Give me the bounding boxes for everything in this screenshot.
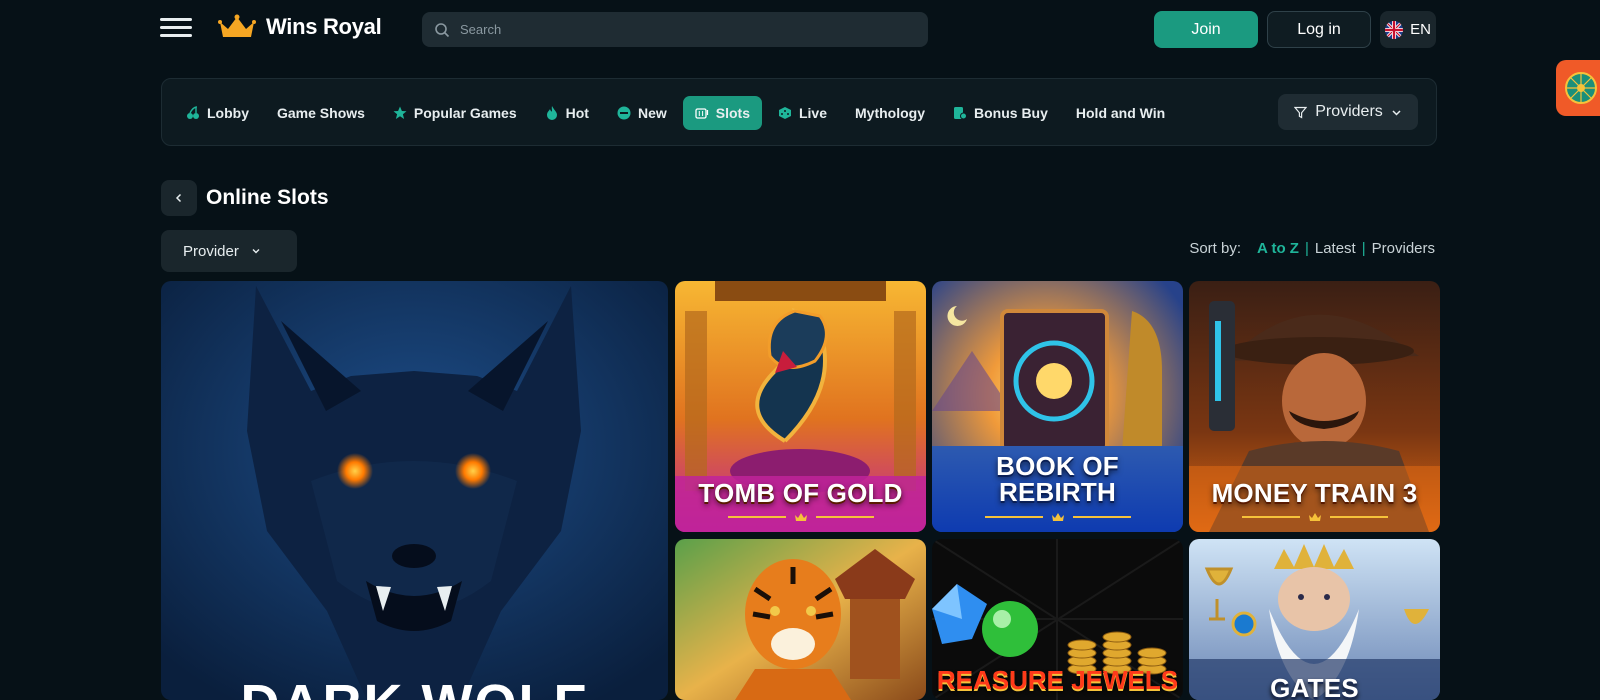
filter-icon [1294, 106, 1308, 119]
chevron-down-icon [1392, 109, 1401, 116]
game-tile-gates[interactable]: GATES [1189, 539, 1440, 700]
tab-label: Live [798, 105, 827, 121]
sort-label: Sort by: [1189, 240, 1242, 257]
providers-label: Providers [1315, 103, 1383, 120]
game-title: REASURE JEWELS [936, 665, 1179, 695]
tab-game-shows[interactable]: Game Shows [265, 96, 377, 130]
tab-label: Bonus Buy [974, 105, 1048, 121]
tab-new[interactable]: New [605, 96, 679, 130]
tab-label: Hold and Win [1075, 105, 1166, 121]
tab-label: Mythology [855, 105, 925, 121]
game-title-line-2: REBIRTH [999, 477, 1116, 507]
sort-controls: Sort by: A to Z | Latest | Providers [1189, 240, 1435, 257]
tab-popular-games[interactable]: Popular Games [381, 96, 529, 130]
dice-icon [778, 106, 792, 120]
game-title: MONEY TRAIN 3 [1211, 478, 1418, 508]
providers-dropdown[interactable]: Providers [1278, 94, 1418, 130]
tab-mythology[interactable]: Mythology [843, 96, 937, 130]
flame-icon [545, 106, 559, 120]
game-tile-treasure-jewels[interactable]: REASURE JEWELS [932, 539, 1183, 700]
dark-wolf-artwork [161, 281, 668, 700]
sort-separator: | [1304, 240, 1309, 257]
tab-lobby[interactable]: Lobby [174, 96, 261, 130]
game-tile-dark-wolf[interactable]: DARK WOLF [161, 281, 668, 700]
slot-machine-icon [695, 106, 709, 120]
crown-icon [1051, 513, 1064, 521]
search-input[interactable] [460, 22, 900, 37]
crown-icon [794, 513, 807, 521]
tab-label: Hot [565, 105, 589, 121]
title-divider [1189, 512, 1440, 522]
top-header: Wins Royal Join Log in EN [0, 0, 1600, 60]
game-title: TOMB OF GOLD [698, 478, 903, 508]
game-tile-money-train-3[interactable]: MONEY TRAIN 3 [1189, 281, 1440, 532]
language-code: EN [1410, 21, 1431, 38]
cherries-icon [186, 106, 200, 120]
tab-label: Lobby [207, 105, 249, 121]
tab-live[interactable]: Live [766, 96, 839, 130]
sort-latest[interactable]: Latest [1315, 240, 1356, 257]
provider-filter-label: Provider [183, 242, 239, 260]
sort-a-to-z[interactable]: A to Z [1257, 240, 1299, 257]
uk-flag-icon [1385, 20, 1404, 39]
login-button[interactable]: Log in [1267, 11, 1371, 48]
crown-icon [218, 14, 256, 37]
tab-hot[interactable]: Hot [533, 96, 601, 130]
page: Wins Royal Join Log in EN [0, 0, 1600, 700]
bonus-icon [953, 106, 967, 120]
new-badge-icon [617, 106, 631, 120]
sort-providers[interactable]: Providers [1372, 240, 1435, 257]
game-title-line-1: BOOK OF [996, 451, 1119, 481]
game-title: BOOK OF REBIRTH [932, 453, 1183, 505]
side-promo-widget[interactable] [1556, 60, 1600, 116]
chevron-down-icon [252, 249, 260, 254]
wheel-icon [1565, 72, 1597, 104]
game-tile-tiger[interactable] [675, 539, 926, 700]
brand-name: Wins Royal [266, 14, 382, 39]
title-divider [675, 512, 926, 522]
search-bar[interactable] [422, 12, 928, 47]
language-selector[interactable]: EN [1380, 11, 1436, 48]
search-icon [435, 22, 450, 37]
page-title: Online Slots [206, 186, 329, 209]
crown-icon [1308, 513, 1321, 521]
sort-separator: | [1361, 240, 1366, 257]
tab-label: New [637, 105, 667, 121]
tab-label: Popular Games [413, 105, 517, 121]
brand-logo[interactable]: Wins Royal [218, 14, 382, 40]
game-title: DARK WOLF [161, 673, 668, 700]
hamburger-menu-icon[interactable] [160, 18, 192, 40]
tab-label: Game Shows [277, 105, 365, 121]
title-divider [932, 512, 1183, 522]
category-nav: Lobby Game Shows Popular Games Hot New S… [161, 78, 1437, 146]
game-tile-book-of-rebirth[interactable]: BOOK OF REBIRTH [932, 281, 1183, 532]
tab-bonus-buy[interactable]: Bonus Buy [941, 96, 1060, 130]
category-tabs: Lobby Game Shows Popular Games Hot New S… [174, 96, 1224, 130]
provider-filter-dropdown[interactable]: Provider [161, 230, 297, 272]
game-tile-tomb-of-gold[interactable]: TOMB OF GOLD [675, 281, 926, 532]
join-button[interactable]: Join [1154, 11, 1258, 48]
tab-label: Slots [715, 105, 750, 121]
tiger-artwork [675, 539, 926, 700]
game-title: GATES [1270, 673, 1359, 700]
tab-hold-and-win[interactable]: Hold and Win [1064, 96, 1177, 130]
star-icon [393, 106, 407, 120]
back-button[interactable] [161, 180, 197, 216]
tab-slots[interactable]: Slots [682, 96, 762, 130]
chevron-left-icon [175, 193, 182, 203]
